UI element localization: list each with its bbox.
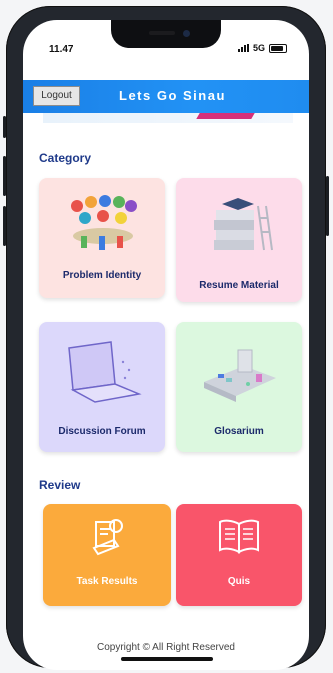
notch: [111, 20, 221, 48]
signal-icon: [237, 44, 249, 52]
card-task-results[interactable]: Task Results: [43, 504, 171, 606]
card-discussion-forum[interactable]: Discussion Forum: [39, 322, 165, 452]
app-title: Lets Go Sinau: [119, 88, 226, 103]
card-resume-material[interactable]: Resume Material: [176, 178, 302, 302]
power-button: [326, 176, 329, 236]
volume-up-button: [3, 156, 6, 196]
certificate-icon: [92, 519, 123, 556]
app-bar: Logout Lets Go Sinau: [23, 80, 309, 113]
logout-button[interactable]: Logout: [33, 86, 80, 106]
status-bar: 11.47 5G: [23, 20, 309, 68]
card-label: Discussion Forum: [58, 426, 146, 437]
card-quis[interactable]: Quis: [176, 504, 302, 606]
volume-down-button: [3, 206, 6, 246]
card-label: Resume Material: [199, 280, 279, 291]
card-label: Glosarium: [214, 426, 264, 437]
laptop-icon: [68, 341, 142, 403]
card-label: Quis: [227, 576, 251, 587]
lab-desk-icon: [204, 349, 276, 402]
network-type: 5G: [252, 43, 265, 53]
banner-decoration: [196, 113, 255, 119]
review-title: Review: [39, 478, 81, 492]
status-indicators: 5G: [237, 43, 287, 53]
people-group-icon: [71, 195, 137, 250]
status-time: 11.47: [49, 44, 74, 55]
app-screen: 11.47 5G Logout Lets Go Sinau Category P…: [23, 20, 309, 670]
book-stack-icon: [214, 198, 273, 251]
speaker-grille: [149, 31, 175, 35]
book-icon: [219, 519, 259, 554]
card-glosarium[interactable]: Glosarium: [176, 322, 302, 452]
battery-icon: [269, 43, 287, 53]
home-indicator[interactable]: [121, 657, 213, 661]
card-label: Problem Identity: [62, 270, 142, 281]
mute-switch: [3, 116, 6, 138]
card-problem-identity[interactable]: Problem Identity: [39, 178, 165, 298]
front-camera: [183, 30, 190, 37]
copyright-footer: Copyright © All Right Reserved: [97, 642, 235, 653]
card-label: Task Results: [76, 576, 138, 587]
category-title: Category: [39, 151, 92, 165]
banner-strip: [43, 113, 293, 123]
